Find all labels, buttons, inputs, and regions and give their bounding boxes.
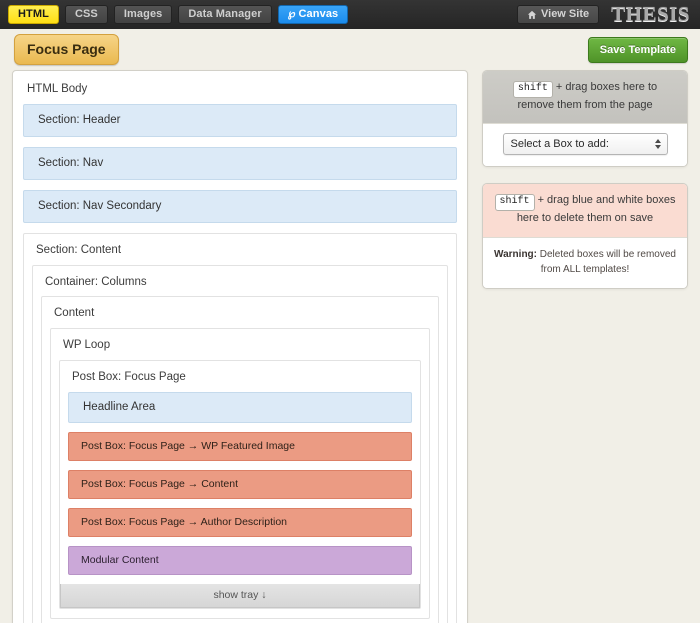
tab-data-manager-label: Data Manager — [188, 5, 261, 24]
box-content[interactable]: Content WP Loop Post Box: Focus Page Hea… — [41, 296, 439, 623]
box-post-box-focus-page[interactable]: Post Box: Focus Page Headline Area Post … — [59, 360, 421, 609]
add-box-section: Select a Box to add: — [483, 123, 687, 166]
canvas-icon: ℘ — [288, 9, 296, 20]
tab-images-label: Images — [124, 5, 163, 24]
delete-warning-section: Warning: Deleted boxes will be removed f… — [483, 237, 687, 288]
page-header-row: Focus Page Save Template — [0, 29, 700, 70]
box-headline-area[interactable]: Headline Area — [68, 392, 412, 423]
select-box-to-add[interactable]: Select a Box to add: — [503, 133, 668, 155]
box-section-nav[interactable]: Section: Nav — [23, 147, 457, 180]
box-section-header-label: Section: Header — [38, 114, 120, 126]
sidebar: shift + drag boxes here to remove them f… — [482, 70, 688, 305]
box-post-content-label: Post Box: Focus Page → Content — [81, 478, 238, 490]
delete-warning-text: Deleted boxes will be removed from ALL t… — [537, 249, 676, 275]
remove-boxes-panel: shift + drag boxes here to remove them f… — [482, 70, 688, 167]
shift-key-badge-delete: shift — [495, 194, 535, 211]
thesis-logo: THESIS — [611, 4, 692, 25]
box-modular-content[interactable]: Modular Content — [68, 546, 412, 575]
view-site-label: View Site — [541, 5, 589, 24]
box-wp-featured-image-label: Post Box: Focus Page → WP Featured Image — [81, 440, 295, 452]
box-headline-area-label: Headline Area — [83, 401, 155, 413]
shift-key-badge: shift — [513, 81, 553, 98]
box-modular-content-label: Modular Content — [81, 554, 159, 566]
box-section-nav-secondary[interactable]: Section: Nav Secondary — [23, 190, 457, 223]
topbar-right-group: View Site THESIS — [517, 4, 692, 25]
box-post-content[interactable]: Post Box: Focus Page → Content — [68, 470, 412, 499]
box-content-label: Content — [50, 305, 430, 328]
canvas-root: HTML Body Section: Header Section: Nav S… — [12, 70, 468, 623]
box-section-content[interactable]: Section: Content Container: Columns Cont… — [23, 233, 457, 623]
tab-canvas[interactable]: ℘ Canvas — [278, 5, 349, 24]
main-nav-tabs: HTML CSS Images Data Manager ℘ Canvas — [8, 5, 348, 24]
tab-css-label: CSS — [75, 5, 98, 24]
delete-boxes-panel: shift + drag blue and white boxes here t… — [482, 183, 688, 288]
delete-boxes-text: + drag blue and white boxes here to dele… — [517, 194, 676, 224]
tab-canvas-label: Canvas — [299, 5, 339, 24]
box-wp-loop-label: WP Loop — [59, 337, 421, 360]
box-section-header[interactable]: Section: Header — [23, 104, 457, 137]
save-template-button[interactable]: Save Template — [588, 37, 688, 63]
chevron-updown-icon — [655, 139, 661, 149]
box-container-columns[interactable]: Container: Columns Content WP Loop Post … — [32, 265, 448, 623]
delete-boxes-dropzone[interactable]: shift + drag blue and white boxes here t… — [483, 184, 687, 236]
box-post-box-label: Post Box: Focus Page — [68, 369, 412, 392]
box-wp-featured-image[interactable]: Post Box: Focus Page → WP Featured Image — [68, 432, 412, 461]
tab-html[interactable]: HTML — [8, 5, 59, 24]
tab-data-manager[interactable]: Data Manager — [178, 5, 271, 24]
box-section-content-label: Section: Content — [32, 242, 448, 265]
box-author-description[interactable]: Post Box: Focus Page → Author Descriptio… — [68, 508, 412, 537]
box-container-columns-label: Container: Columns — [41, 274, 439, 297]
box-section-nav-label: Section: Nav — [38, 157, 103, 169]
tab-css[interactable]: CSS — [65, 5, 108, 24]
box-wp-loop[interactable]: WP Loop Post Box: Focus Page Headline Ar… — [50, 328, 430, 619]
box-section-nav-secondary-label: Section: Nav Secondary — [38, 200, 161, 212]
view-site-button[interactable]: View Site — [517, 5, 599, 24]
box-author-description-label: Post Box: Focus Page → Author Descriptio… — [81, 516, 287, 528]
select-box-to-add-value: Select a Box to add: — [511, 138, 609, 150]
main-layout: HTML Body Section: Header Section: Nav S… — [0, 70, 700, 623]
delete-warning: Warning: Deleted boxes will be removed f… — [493, 247, 677, 277]
tab-images[interactable]: Images — [114, 5, 173, 24]
show-tray-toggle[interactable]: show tray ↓ — [60, 584, 420, 608]
top-toolbar: HTML CSS Images Data Manager ℘ Canvas Vi… — [0, 0, 700, 29]
page-title-chip[interactable]: Focus Page — [14, 34, 119, 65]
tab-html-label: HTML — [18, 5, 49, 24]
home-icon — [527, 10, 537, 20]
remove-boxes-dropzone[interactable]: shift + drag boxes here to remove them f… — [483, 71, 687, 123]
delete-warning-label: Warning: — [494, 249, 537, 260]
html-body-label: HTML Body — [23, 81, 457, 104]
